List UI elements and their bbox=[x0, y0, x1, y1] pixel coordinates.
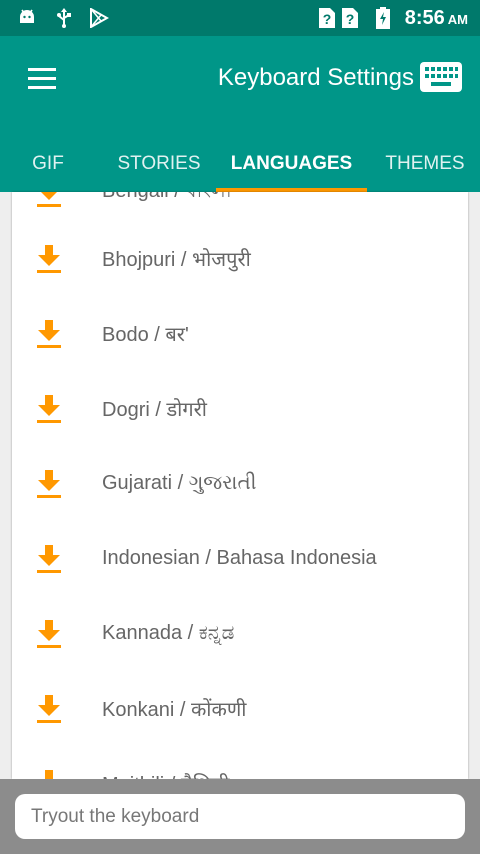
page-title: Keyboard Settings bbox=[217, 64, 414, 91]
unknown-sim-icon: ? bbox=[341, 8, 359, 28]
download-icon[interactable] bbox=[36, 544, 62, 574]
tab-gif[interactable]: GIF bbox=[0, 136, 96, 192]
language-label: Dogri / डोगरी bbox=[102, 399, 207, 421]
language-row-bhojpuri[interactable]: Bhojpuri / भोजपुरी bbox=[12, 221, 468, 296]
download-icon[interactable] bbox=[36, 769, 62, 779]
download-icon[interactable] bbox=[36, 319, 62, 349]
play-store-icon bbox=[88, 8, 110, 28]
tryout-bar bbox=[0, 779, 480, 854]
android-icon bbox=[16, 8, 38, 28]
language-label: Gujarati / ગુજરાતી bbox=[102, 472, 257, 494]
svg-text:?: ? bbox=[323, 11, 332, 27]
language-label: Bengali / বাংলা bbox=[102, 192, 232, 209]
language-row-kannada[interactable]: Kannada / ಕನ್ನಡ bbox=[12, 596, 468, 671]
language-row-bodo[interactable]: Bodo / बर' bbox=[12, 296, 468, 371]
tab-bar: GIF STORIES LANGUAGES THEMES bbox=[0, 136, 480, 192]
hamburger-menu-icon[interactable] bbox=[28, 68, 56, 90]
language-label: Indonesian / Bahasa Indonesia bbox=[102, 547, 377, 569]
keyboard-icon[interactable] bbox=[420, 62, 462, 92]
download-icon[interactable] bbox=[36, 694, 62, 724]
download-icon[interactable] bbox=[36, 619, 62, 649]
download-icon[interactable] bbox=[36, 192, 62, 208]
language-row-konkani[interactable]: Konkani / कोंकणी bbox=[12, 671, 468, 746]
tab-themes[interactable]: THEMES bbox=[370, 136, 480, 192]
clock-time: 8:56 bbox=[404, 7, 445, 29]
svg-text:?: ? bbox=[346, 11, 355, 27]
status-bar: ? ? 8:56 AM bbox=[0, 0, 480, 36]
status-clock: 8:56 AM bbox=[405, 7, 468, 30]
language-row-maithili[interactable]: Maithili / मैथिली bbox=[12, 746, 468, 779]
download-icon[interactable] bbox=[36, 244, 62, 274]
language-label: Bodo / बर' bbox=[102, 324, 189, 346]
language-row-gujarati[interactable]: Gujarati / ગુજરાતી bbox=[12, 446, 468, 521]
language-row-dogri[interactable]: Dogri / डोगरी bbox=[12, 371, 468, 446]
tryout-keyboard-input[interactable] bbox=[15, 794, 465, 839]
battery-charging-icon bbox=[375, 7, 391, 29]
language-row-indonesian[interactable]: Indonesian / Bahasa Indonesia bbox=[12, 521, 468, 596]
download-icon[interactable] bbox=[36, 394, 62, 424]
clock-ampm: AM bbox=[447, 12, 468, 27]
language-label: Maithili / मैथिली bbox=[102, 770, 230, 779]
language-label: Konkani / कोंकणी bbox=[102, 699, 247, 721]
language-list[interactable]: Bengali / বাংলা Bhojpuri / भोजपुरी Bodo … bbox=[12, 192, 468, 779]
app-bar: Keyboard Settings GIF STORIES LANGUAGES … bbox=[0, 36, 480, 192]
usb-icon bbox=[54, 8, 74, 28]
tab-languages[interactable]: LANGUAGES bbox=[216, 136, 367, 192]
language-label: Bhojpuri / भोजपुरी bbox=[102, 249, 251, 271]
download-icon[interactable] bbox=[36, 469, 62, 499]
unknown-sim-icon: ? bbox=[318, 8, 336, 28]
language-label: Kannada / ಕನ್ನಡ bbox=[102, 622, 235, 644]
tab-stories[interactable]: STORIES bbox=[104, 136, 214, 192]
